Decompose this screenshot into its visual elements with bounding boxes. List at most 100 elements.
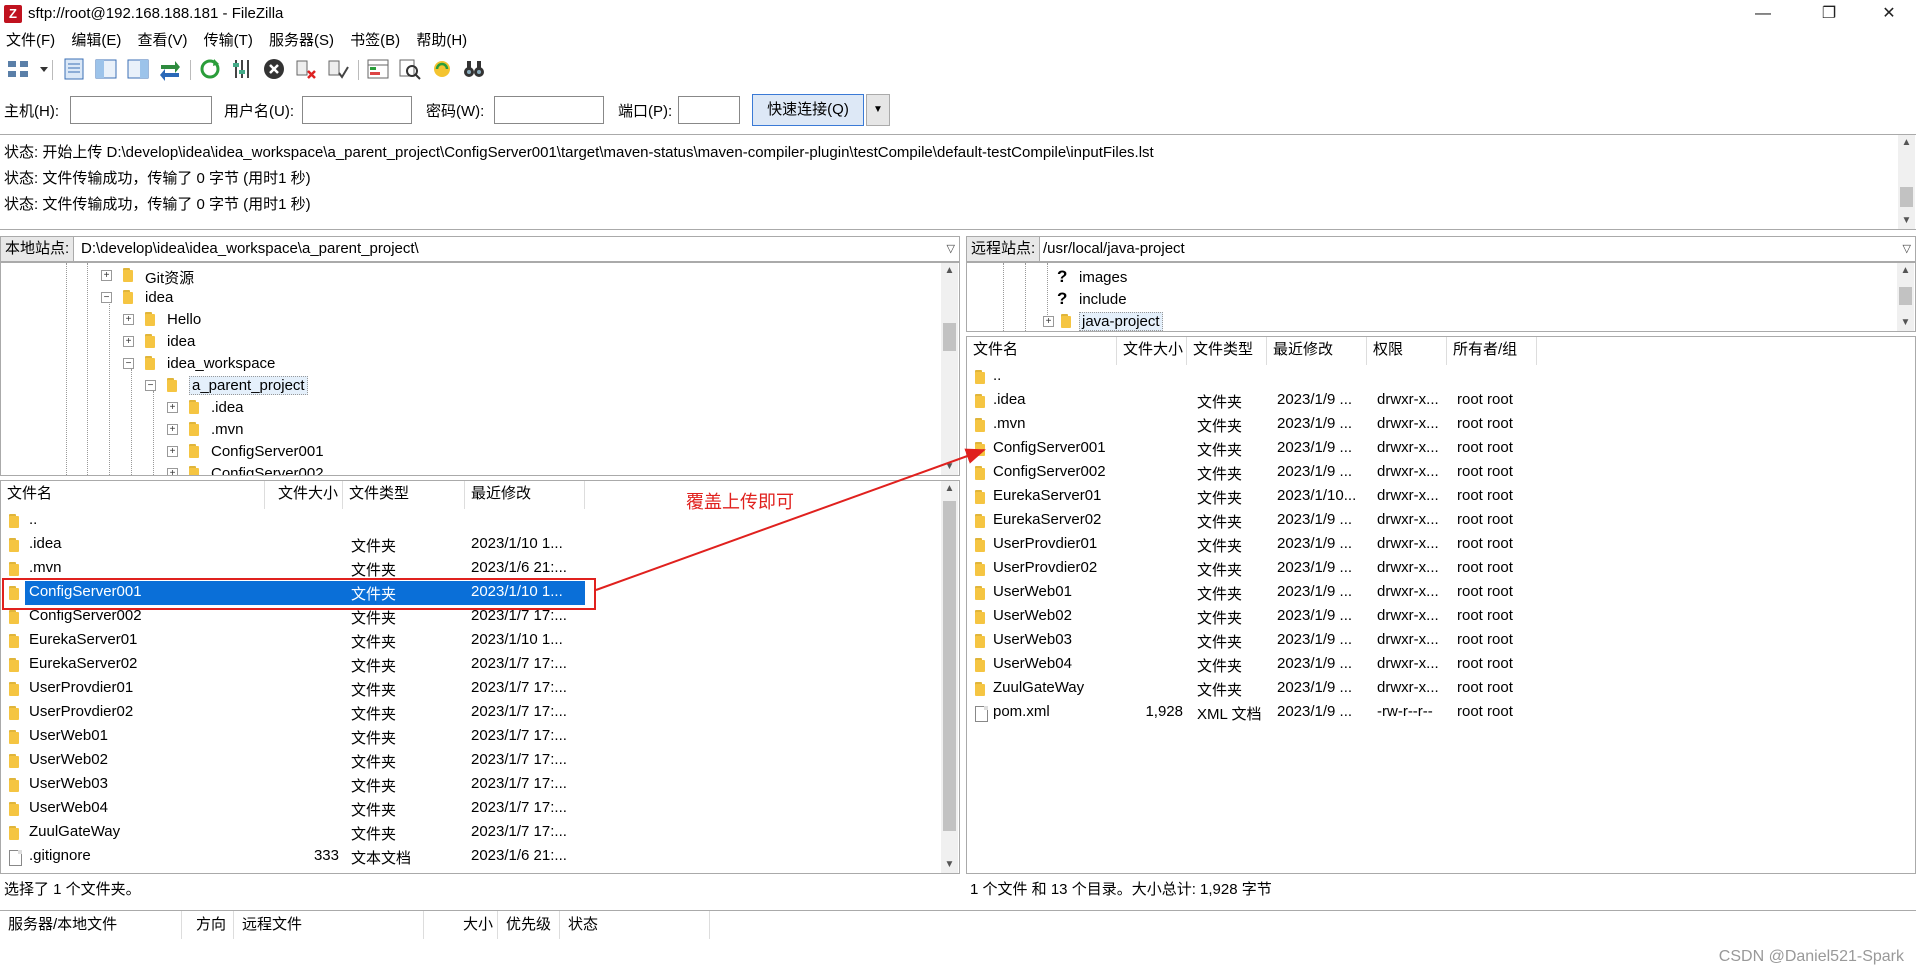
local-tree-scrollbar[interactable]: ▲ ▼	[941, 263, 958, 475]
collapse-minus-icon[interactable]: −	[101, 292, 112, 303]
column-header-type[interactable]: 文件类型	[343, 481, 465, 509]
message-log-toggle-icon[interactable]	[62, 57, 86, 81]
file-row[interactable]: ConfigServer002 文件夹 2023/1/9 ... drwxr-x...…	[967, 461, 1915, 485]
password-input[interactable]	[494, 96, 604, 124]
file-row[interactable]: pom.xml 1,928 XML 文档 2023/1/9 ... -rw-r--r--…	[967, 701, 1915, 725]
column-header-modified[interactable]: 最近修改	[1267, 337, 1367, 365]
column-header-size[interactable]: 文件大小	[1117, 337, 1187, 365]
column-header-name[interactable]: 文件名	[1, 481, 265, 509]
remote-tree-toggle-icon[interactable]	[126, 57, 150, 81]
queue-column-status[interactable]: 状态	[560, 911, 710, 939]
scroll-down-icon[interactable]: ▼	[1897, 315, 1914, 331]
file-row[interactable]: UserWeb03 文件夹 2023/1/7 17:...	[1, 773, 959, 797]
scroll-up-icon[interactable]: ▲	[941, 481, 958, 497]
scroll-up-icon[interactable]: ▲	[1897, 263, 1914, 279]
queue-column-size[interactable]: 大小	[424, 911, 498, 939]
file-row[interactable]: EurekaServer02 文件夹 2023/1/7 17:...	[1, 653, 959, 677]
collapse-minus-icon[interactable]: −	[123, 358, 134, 369]
file-row[interactable]: UserWeb02 文件夹 2023/1/7 17:...	[1, 749, 959, 773]
remote-tree-scrollbar[interactable]: ▲ ▼	[1897, 263, 1914, 331]
menu-server[interactable]: 服务器(S)	[263, 30, 340, 52]
queue-column-server-local-file[interactable]: 服务器/本地文件	[0, 911, 182, 939]
expand-plus-icon[interactable]: +	[123, 336, 134, 347]
file-row[interactable]: UserProvdier01 文件夹 2023/1/9 ... drwxr-x... r…	[967, 533, 1915, 557]
username-input[interactable]	[302, 96, 412, 124]
file-row[interactable]: UserProvdier02 文件夹 2023/1/7 17:...	[1, 701, 959, 725]
quickconnect-button[interactable]: 快速连接(Q)	[752, 94, 864, 126]
scroll-thumb[interactable]	[1900, 187, 1913, 207]
disconnect-icon[interactable]	[294, 57, 318, 81]
compare-directories-icon[interactable]	[398, 57, 422, 81]
process-queue-icon[interactable]	[230, 57, 254, 81]
local-file-list-scrollbar[interactable]: ▲ ▼	[941, 481, 958, 873]
file-row[interactable]: UserWeb03 文件夹 2023/1/9 ... drwxr-x... root r…	[967, 629, 1915, 653]
menu-edit[interactable]: 编辑(E)	[65, 30, 127, 52]
menu-bookmarks[interactable]: 书签(B)	[344, 30, 406, 52]
file-row[interactable]: ..	[1, 509, 959, 533]
scroll-down-icon[interactable]: ▼	[1898, 213, 1915, 229]
file-row[interactable]: .gitignore 333 文本文档 2023/1/6 21:...	[1, 845, 959, 869]
expand-plus-icon[interactable]: +	[123, 314, 134, 325]
cancel-operation-icon[interactable]	[262, 57, 286, 81]
local-path-input[interactable]: D:\develop\idea\idea_workspace\a_parent_…	[81, 237, 419, 261]
port-input[interactable]	[678, 96, 740, 124]
message-log-scrollbar[interactable]: ▲ ▼	[1898, 135, 1915, 229]
site-manager-icon[interactable]	[6, 57, 30, 81]
minimize-button[interactable]: —	[1740, 2, 1786, 26]
expand-plus-icon[interactable]: +	[167, 468, 178, 475]
scroll-up-icon[interactable]: ▲	[941, 263, 958, 279]
menu-transfer[interactable]: 传输(T)	[198, 30, 259, 52]
file-row[interactable]: ConfigServer001 文件夹 2023/1/9 ... drwxr-x...…	[967, 437, 1915, 461]
file-row[interactable]: UserProvdier02 文件夹 2023/1/9 ... drwxr-x... r…	[967, 557, 1915, 581]
menu-file[interactable]: 文件(F)	[0, 30, 61, 52]
file-row[interactable]: UserProvdier01 文件夹 2023/1/7 17:...	[1, 677, 959, 701]
queue-column-remote-file[interactable]: 远程文件	[234, 911, 424, 939]
expand-plus-icon[interactable]: +	[167, 402, 178, 413]
refresh-icon[interactable]	[198, 57, 222, 81]
scroll-down-icon[interactable]: ▼	[941, 459, 958, 475]
host-input[interactable]	[70, 96, 212, 124]
collapse-minus-icon[interactable]: −	[145, 380, 156, 391]
file-row[interactable]: ZuulGateWay 文件夹 2023/1/9 ... drwxr-x... root…	[967, 677, 1915, 701]
expand-plus-icon[interactable]: +	[167, 424, 178, 435]
queue-column-direction[interactable]: 方向	[182, 911, 234, 939]
synchronized-browsing-icon[interactable]	[430, 57, 454, 81]
file-row[interactable]: EurekaServer02 文件夹 2023/1/9 ... drwxr-x... r…	[967, 509, 1915, 533]
quickconnect-dropdown-button[interactable]: ▼	[866, 94, 890, 126]
file-row[interactable]: ..	[967, 365, 1915, 389]
menu-view[interactable]: 查看(V)	[132, 30, 194, 52]
site-manager-dropdown-icon[interactable]	[32, 57, 48, 81]
column-header-name[interactable]: 文件名	[967, 337, 1117, 365]
file-row[interactable]: UserWeb04 文件夹 2023/1/9 ... drwxr-x... root r…	[967, 653, 1915, 677]
directory-listing-filters-icon[interactable]	[366, 57, 390, 81]
scroll-thumb[interactable]	[943, 501, 956, 831]
file-row[interactable]: ZuulGateWay 文件夹 2023/1/7 17:...	[1, 821, 959, 845]
column-header-size[interactable]: 文件大小	[265, 481, 343, 509]
scroll-thumb[interactable]	[1899, 287, 1912, 305]
file-row[interactable]: UserWeb04 文件夹 2023/1/7 17:...	[1, 797, 959, 821]
remote-path-input[interactable]: /usr/local/java-project	[1043, 237, 1185, 261]
local-tree-toggle-icon[interactable]	[94, 57, 118, 81]
file-row[interactable]: UserWeb01 文件夹 2023/1/9 ... drwxr-x... root r…	[967, 581, 1915, 605]
file-row[interactable]: EurekaServer01 文件夹 2023/1/10... drwxr-x... r…	[967, 485, 1915, 509]
file-row[interactable]: .idea 文件夹 2023/1/10 1...	[1, 533, 959, 557]
expand-plus-icon[interactable]: +	[1043, 316, 1054, 327]
expand-plus-icon[interactable]: +	[101, 270, 112, 281]
chevron-down-icon[interactable]: ▽	[947, 237, 955, 261]
close-button[interactable]: ✕	[1866, 2, 1912, 26]
transfer-queue-toggle-icon[interactable]	[158, 57, 182, 81]
column-header-permissions[interactable]: 权限	[1367, 337, 1447, 365]
scroll-thumb[interactable]	[943, 323, 956, 351]
chevron-down-icon[interactable]: ▽	[1903, 237, 1911, 261]
file-row[interactable]: .mvn 文件夹 2023/1/9 ... drwxr-x... root root	[967, 413, 1915, 437]
file-row[interactable]: EurekaServer01 文件夹 2023/1/10 1...	[1, 629, 959, 653]
binoculars-search-icon[interactable]	[462, 57, 486, 81]
file-row[interactable]: UserWeb01 文件夹 2023/1/7 17:...	[1, 725, 959, 749]
file-row[interactable]: UserWeb02 文件夹 2023/1/9 ... drwxr-x... root r…	[967, 605, 1915, 629]
maximize-button[interactable]: ❐	[1806, 2, 1852, 26]
queue-column-priority[interactable]: 优先级	[498, 911, 560, 939]
column-header-modified[interactable]: 最近修改	[465, 481, 585, 509]
column-header-owner[interactable]: 所有者/组	[1447, 337, 1537, 365]
expand-plus-icon[interactable]: +	[167, 446, 178, 457]
scroll-up-icon[interactable]: ▲	[1898, 135, 1915, 151]
